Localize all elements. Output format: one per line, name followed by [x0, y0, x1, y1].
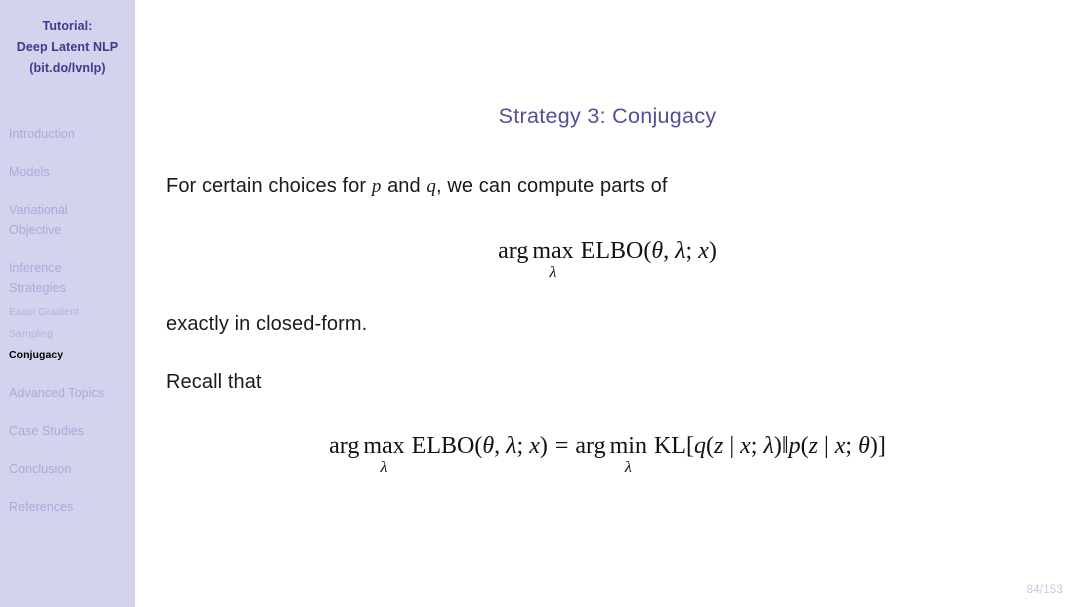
- eq2-p-x: x: [834, 433, 846, 459]
- eq2-q-semi: ;: [750, 433, 764, 459]
- eq1-theta: θ: [651, 238, 664, 264]
- sidebar-subsection-list: Exact Gradient Sampling Conjugacy: [0, 302, 135, 367]
- eq1-op-subscript: λ: [549, 264, 557, 281]
- sidebar-subitem-exact-gradient[interactable]: Exact Gradient: [0, 302, 135, 324]
- eq1-x: x: [698, 238, 709, 264]
- eq1-arg: arg: [498, 238, 529, 264]
- eq2-p-close: ): [869, 433, 878, 459]
- sidebar-item-label: Advanced Topics: [9, 385, 105, 400]
- sidebar-item-case-studies[interactable]: Case Studies: [0, 421, 135, 441]
- body-text: and: [381, 175, 427, 197]
- equation-content: arg max λ ELBO(θ, λ; x) = arg min λ KL[q(z | x; …: [329, 433, 886, 476]
- eq2-lhs-op-subscript: λ: [380, 459, 388, 476]
- equation-argmax-equals-argmin-kl: arg max λ ELBO(θ, λ; x) = arg min λ KL[q(z | x; …: [135, 433, 1080, 476]
- eq2-q-close: ): [773, 433, 782, 459]
- eq2-p-semi: ;: [845, 433, 859, 459]
- eq2-p-z: z: [808, 433, 818, 459]
- eq2-p: p: [788, 433, 801, 459]
- eq2-lhs-op-label: max: [363, 433, 405, 459]
- sidebar-title-line-3[interactable]: (bit.do/lvnlp): [0, 58, 135, 79]
- eq2-lhs-comma: ,: [494, 433, 507, 459]
- eq2-lhs-theta: θ: [482, 433, 495, 459]
- eq2-q: q: [693, 433, 706, 459]
- sidebar-item-conclusion[interactable]: Conclusion: [0, 459, 135, 479]
- eq2-rhs-arg: arg: [575, 433, 606, 459]
- sidebar-subitem-sampling[interactable]: Sampling: [0, 324, 135, 346]
- sidebar-item-label: Case Studies: [9, 423, 84, 438]
- sidebar-item-label: Variational: [9, 203, 68, 217]
- eq2-lhs-semi: ;: [516, 433, 530, 459]
- eq2-q-lambda: λ: [763, 433, 774, 459]
- eq2-close-bracket: ]: [877, 433, 886, 459]
- eq1-op-label: max: [532, 238, 574, 264]
- body-text: For certain choices for: [166, 175, 372, 197]
- eq2-lhs-close-paren: ): [539, 433, 548, 459]
- eq2-rhs-op-subscript: λ: [624, 459, 632, 476]
- equation-argmax-elbo: arg max λ ELBO(θ, λ; x): [135, 238, 1080, 281]
- sidebar-item-variational-objective[interactable]: Variational Objective: [0, 200, 135, 240]
- eq2-p-mid: |: [817, 433, 835, 459]
- math-symbol-q: q: [426, 176, 437, 197]
- sidebar-item-introduction[interactable]: Introduction: [0, 124, 135, 144]
- eq2-elbo-name: ELBO: [411, 433, 475, 459]
- sidebar-item-label: Models: [9, 165, 50, 179]
- page-number: 84/153: [1026, 584, 1063, 596]
- slide-content: Strategy 3: Conjugacy For certain choice…: [135, 0, 1080, 607]
- eq2-rhs-op-label: min: [609, 433, 647, 459]
- sidebar-item-label-cont: Strategies: [9, 281, 66, 295]
- sidebar-item-label: Inference: [9, 261, 62, 275]
- body-paragraph-2: exactly in closed-form.: [166, 313, 368, 335]
- equation-content: arg max λ ELBO(θ, λ; x): [498, 238, 717, 281]
- eq2-lhs-lambda: λ: [506, 433, 517, 459]
- eq2-open-bracket: [: [685, 433, 694, 459]
- math-symbol-p: p: [371, 176, 382, 197]
- sidebar-item-models[interactable]: Models: [0, 162, 135, 182]
- eq2-kl-name: KL: [653, 433, 686, 459]
- eq1-elbo-name: ELBO: [580, 238, 644, 264]
- eq2-p-open: (: [800, 433, 809, 459]
- eq1-semicolon: ;: [685, 238, 699, 264]
- sidebar-title-line-2: Deep Latent NLP: [16, 40, 119, 54]
- eq1-lambda: λ: [675, 238, 686, 264]
- sidebar-subitem-conjugacy[interactable]: Conjugacy: [0, 345, 135, 367]
- sidebar-item-label: Introduction: [9, 127, 75, 141]
- eq1-max-operator: max λ: [532, 238, 574, 281]
- eq2-min-operator: min λ: [609, 433, 647, 476]
- sidebar-title-line-1: Tutorial:: [42, 19, 93, 33]
- eq2-lhs-arg: arg: [329, 433, 360, 459]
- eq2-q-mid: |: [723, 433, 741, 459]
- sidebar-item-label: References: [9, 499, 74, 514]
- eq2-q-x: x: [740, 433, 751, 459]
- eq1-close-paren: ): [708, 238, 717, 264]
- sidebar-item-advanced-topics[interactable]: Advanced Topics: [0, 383, 135, 403]
- body-text: , we can compute parts of: [436, 175, 668, 197]
- eq2-max-operator: max λ: [363, 433, 405, 476]
- page-title: Strategy 3: Conjugacy: [498, 104, 717, 128]
- sidebar-item-label-cont: Objective: [9, 223, 62, 237]
- sidebar-item-label: Conclusion: [9, 461, 72, 476]
- sidebar-item-inference-strategies[interactable]: Inference Strategies: [0, 258, 135, 298]
- sidebar-item-references[interactable]: References: [0, 497, 135, 517]
- eq2-norm-bar: ‖: [781, 433, 789, 459]
- body-paragraph-3: Recall that: [166, 371, 262, 393]
- eq2-lhs-x: x: [529, 433, 540, 459]
- sidebar-navigation: Tutorial: Deep Latent NLP (bit.do/lvnlp)…: [0, 0, 135, 607]
- sidebar-section-list: Introduction Models Variational Objectiv…: [0, 124, 135, 535]
- sidebar-title: Tutorial: Deep Latent NLP (bit.do/lvnlp): [0, 0, 135, 79]
- eq1-comma: ,: [663, 238, 676, 264]
- slide: Tutorial: Deep Latent NLP (bit.do/lvnlp)…: [0, 0, 1080, 607]
- eq2-q-open: (: [705, 433, 714, 459]
- eq2-equals: =: [554, 433, 569, 459]
- eq2-p-theta: θ: [858, 433, 870, 459]
- eq2-q-z: z: [713, 433, 724, 459]
- body-paragraph-1: For certain choices for p and q, we can …: [166, 175, 668, 198]
